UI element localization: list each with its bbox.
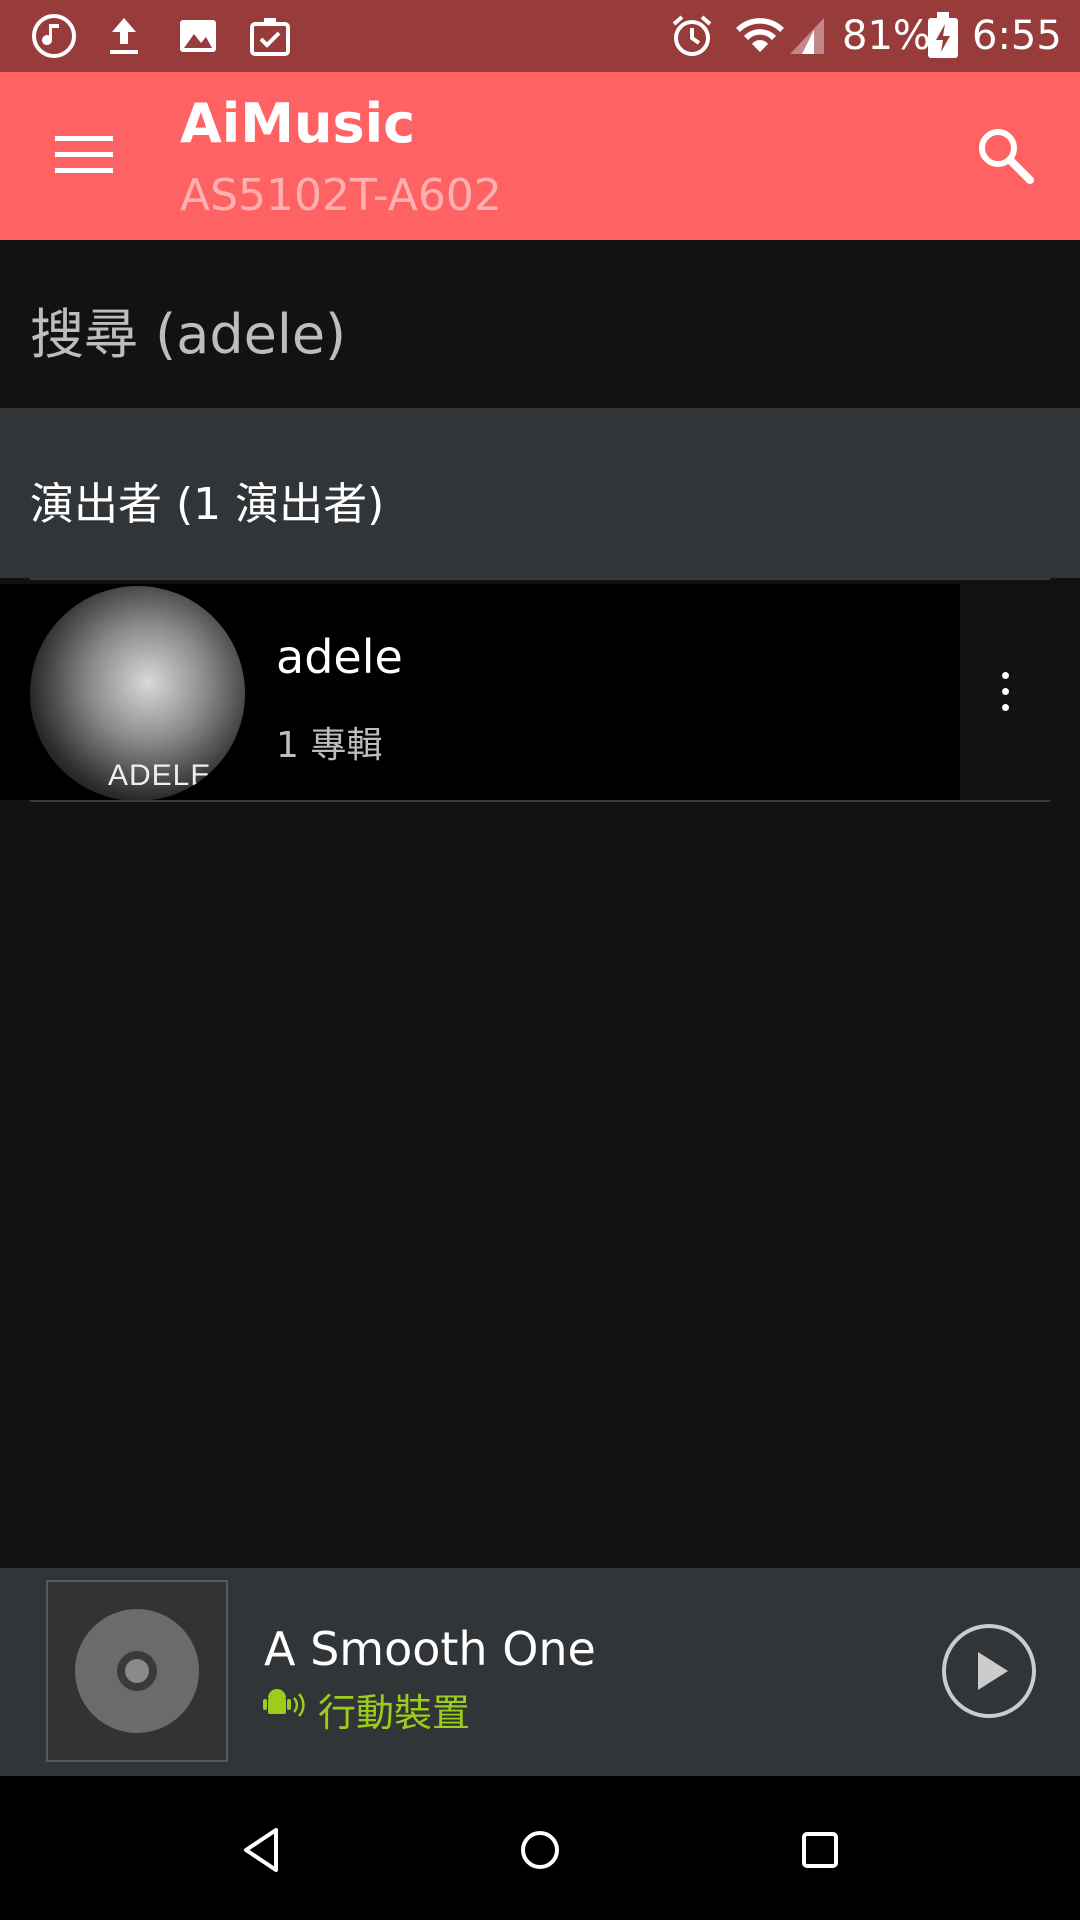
battery-charging-icon [928, 12, 958, 58]
app-subtitle: AS5102T-A602 [180, 170, 502, 221]
section-title: 演出者 (1 演出者) [30, 479, 385, 530]
image-icon [180, 20, 216, 52]
signal-icon [790, 18, 824, 54]
app-bar [0, 72, 1080, 240]
clock: 6:55 [972, 13, 1062, 59]
play-icon[interactable] [940, 1622, 1038, 1720]
disc-icon [75, 1609, 199, 1733]
search-icon[interactable] [970, 120, 1040, 190]
back-icon[interactable] [222, 1810, 302, 1890]
more-options-icon[interactable] [960, 584, 1056, 800]
home-icon[interactable] [500, 1810, 580, 1890]
status-bar: 81% 6:55 [0, 0, 1080, 72]
artist-album-count: 1 專輯 [276, 725, 383, 766]
android-device-icon [263, 1689, 305, 1717]
recents-icon[interactable] [780, 1810, 860, 1890]
now-playing-title: A Smooth One [264, 1622, 596, 1676]
battery-percent: 81% [842, 13, 931, 59]
search-title: 搜尋 (adele) [30, 303, 347, 366]
clipboard-check-icon [250, 18, 290, 56]
now-playing-device: 行動裝置 [318, 1691, 471, 1735]
artist-name: adele [276, 630, 403, 684]
upload-icon [110, 18, 138, 54]
artist-avatar: ADELE [30, 586, 245, 801]
avatar-caption: ADELE [108, 759, 212, 792]
menu-icon[interactable] [40, 110, 130, 200]
music-note-icon [32, 14, 76, 58]
album-art [46, 1580, 228, 1762]
divider [30, 578, 1050, 580]
app-title: AiMusic [180, 92, 416, 155]
alarm-icon [672, 15, 712, 56]
divider [30, 800, 1050, 802]
wifi-icon [736, 18, 784, 52]
